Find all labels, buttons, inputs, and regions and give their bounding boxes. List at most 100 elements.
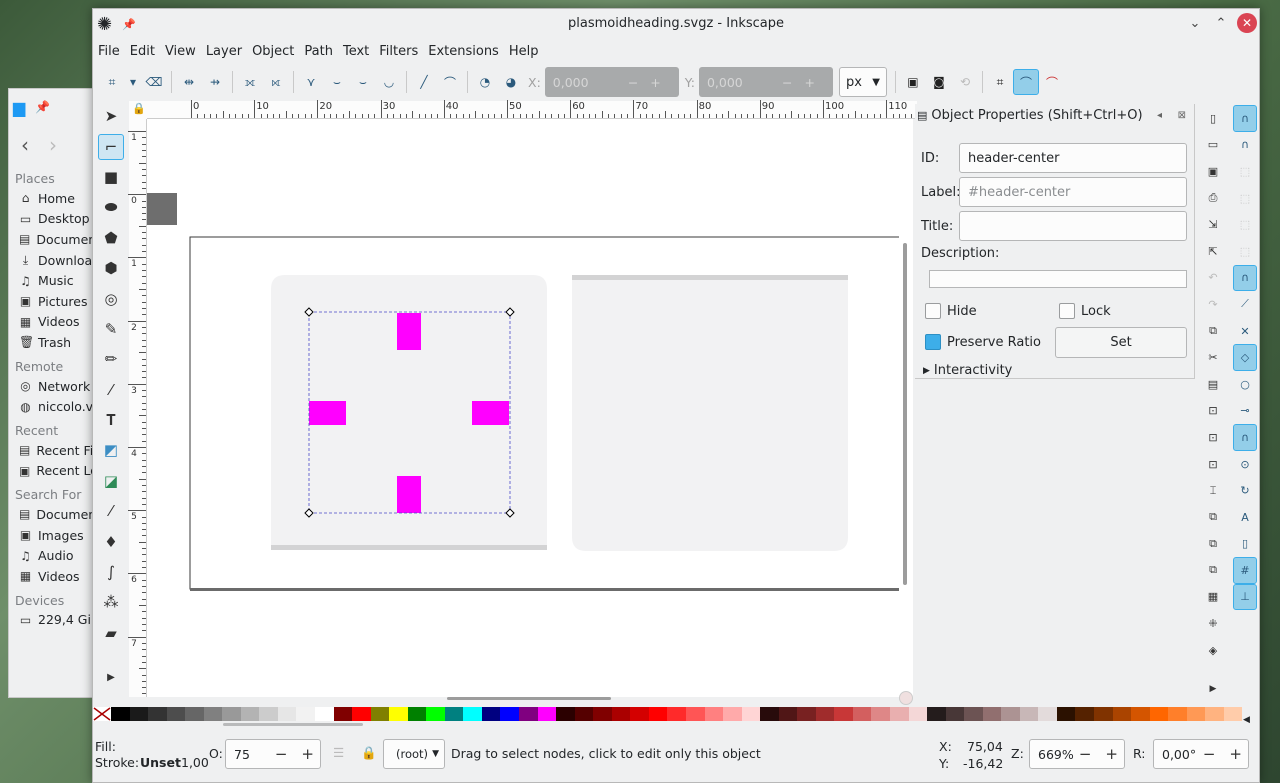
preserve-ratio-checkbox[interactable]: [925, 334, 941, 350]
close-icon[interactable]: ✕: [1237, 13, 1257, 33]
color-swatch[interactable]: [723, 707, 742, 721]
mesh-tool-icon[interactable]: ◪: [93, 466, 129, 496]
smooth-node-icon[interactable]: ⌣: [324, 69, 350, 95]
color-swatch[interactable]: [964, 707, 983, 721]
dark-swatch[interactable]: [147, 193, 177, 225]
drawing[interactable]: [147, 119, 899, 697]
pin-icon[interactable]: 📌: [122, 18, 136, 31]
more-tools-icon[interactable]: ▶: [93, 662, 129, 692]
color-swatch[interactable]: [1019, 707, 1039, 721]
snap-intersection-icon[interactable]: ✕: [1233, 318, 1257, 345]
save-icon[interactable]: ▣: [1201, 158, 1225, 185]
description-field[interactable]: [929, 270, 1187, 288]
unit-select[interactable]: px ▼: [838, 67, 887, 97]
minimize-icon[interactable]: ⌄: [1185, 13, 1205, 33]
auto-smooth-node-icon[interactable]: ◡: [376, 69, 402, 95]
rectangle-tool-icon[interactable]: ■: [93, 162, 129, 192]
paste-icon[interactable]: ▤: [1201, 371, 1225, 398]
header-center-bottom-marker[interactable]: [397, 476, 421, 513]
close-dialog-icon[interactable]: ⊠: [1178, 110, 1186, 121]
show-handles-icon[interactable]: ⌒: [1012, 69, 1039, 95]
x-coordinate-field[interactable]: 0,000 −+: [544, 67, 679, 97]
header-center-left-marker[interactable]: [309, 401, 346, 425]
color-swatch[interactable]: [500, 707, 520, 721]
eraser-tool-icon[interactable]: ▰: [93, 618, 129, 648]
zoom-page-icon[interactable]: ⊡: [1201, 451, 1225, 478]
color-swatch[interactable]: [871, 707, 890, 721]
color-swatch[interactable]: [463, 707, 482, 721]
delete-node-icon[interactable]: ⌫: [141, 69, 167, 95]
more-commands-icon[interactable]: ▶: [1201, 675, 1225, 702]
forward-icon[interactable]: ›: [49, 133, 57, 157]
header-card-right[interactable]: [572, 275, 848, 551]
redo-icon[interactable]: ↷: [1201, 291, 1225, 318]
color-managed-toggle-icon[interactable]: [899, 691, 913, 705]
color-swatch[interactable]: [111, 707, 130, 721]
color-swatch[interactable]: [704, 707, 724, 721]
palette-menu-icon[interactable]: ◀: [1243, 715, 1250, 725]
opacity-spinner[interactable]: 75 − +: [225, 739, 321, 769]
object-to-path-icon[interactable]: ◔: [472, 69, 498, 95]
color-swatch[interactable]: [1168, 707, 1187, 721]
color-swatch[interactable]: [741, 707, 761, 721]
undo-icon[interactable]: ↶: [1201, 265, 1225, 292]
print-icon[interactable]: ⎙: [1201, 185, 1225, 212]
fill-stroke-icon[interactable]: ◈: [1201, 637, 1225, 664]
stroke-value[interactable]: Unset: [140, 755, 181, 770]
open-icon[interactable]: ▭: [1201, 132, 1225, 159]
clone-icon[interactable]: ⧉: [1201, 531, 1225, 558]
snap-bbox-icon[interactable]: ∩: [1233, 132, 1257, 159]
delete-segment-icon[interactable]: ⟖: [263, 69, 289, 95]
color-swatch[interactable]: [1186, 707, 1206, 721]
color-swatch[interactable]: [834, 707, 853, 721]
palette-scrollbar[interactable]: [223, 723, 363, 726]
color-swatch[interactable]: [908, 707, 928, 721]
horizontal-ruler[interactable]: 0 10 20 30 40 50 60 70 80 90 100 110: [147, 100, 945, 119]
color-swatch[interactable]: [1093, 707, 1113, 721]
segment-line-icon[interactable]: ╱: [411, 69, 437, 95]
menu-edit[interactable]: Edit: [125, 39, 160, 64]
group-icon[interactable]: ▦: [1201, 584, 1225, 611]
color-swatch[interactable]: [519, 707, 538, 721]
color-swatch[interactable]: [444, 707, 464, 721]
menu-text[interactable]: Text: [338, 39, 374, 64]
color-swatch[interactable]: [648, 707, 668, 721]
unlink-clone-icon[interactable]: ⧉: [1201, 557, 1225, 584]
color-swatch[interactable]: [611, 707, 631, 721]
snap-grid-icon[interactable]: #: [1233, 557, 1257, 584]
snap-page-icon[interactable]: ▯: [1233, 531, 1257, 558]
layer-select[interactable]: (root) ▼: [383, 739, 445, 769]
snap-midpoint-icon[interactable]: ⊸: [1233, 398, 1257, 425]
new-document-icon[interactable]: ▯: [1201, 105, 1225, 132]
stroke-to-path-icon[interactable]: ◕: [498, 69, 524, 95]
color-swatch[interactable]: [1149, 707, 1169, 721]
color-palette[interactable]: [93, 707, 1243, 721]
show-transform-handles-icon[interactable]: ⟲: [952, 69, 978, 95]
color-swatch[interactable]: [185, 707, 204, 721]
show-outline-icon[interactable]: ⌒: [1039, 69, 1065, 95]
header-center-top-marker[interactable]: [397, 313, 421, 350]
id-field[interactable]: header-center: [959, 143, 1187, 173]
cusp-node-icon[interactable]: ⋎: [298, 69, 324, 95]
color-swatch[interactable]: [222, 707, 241, 721]
maximize-icon[interactable]: ⌃: [1211, 13, 1231, 33]
pin-icon[interactable]: 📌: [35, 100, 50, 114]
color-swatch[interactable]: [593, 707, 612, 721]
snap-smooth-icon[interactable]: ○: [1233, 371, 1257, 398]
title-field[interactable]: [959, 211, 1187, 241]
color-swatch[interactable]: [574, 707, 594, 721]
zoom-selection-icon[interactable]: ⊡: [1201, 398, 1225, 425]
color-swatch[interactable]: [203, 707, 223, 721]
export-icon[interactable]: ⇱: [1201, 238, 1225, 265]
snap-bbox-midpoint-icon[interactable]: ⬚: [1233, 211, 1257, 238]
color-swatch[interactable]: [129, 707, 149, 721]
layer-lock-icon[interactable]: 🔒: [361, 745, 377, 761]
color-swatch[interactable]: [852, 707, 872, 721]
text-tool-icon[interactable]: 𝐓: [93, 405, 129, 435]
color-swatch[interactable]: [315, 707, 334, 721]
color-swatch[interactable]: [815, 707, 835, 721]
dock-icon[interactable]: ◂: [1157, 110, 1162, 121]
color-swatch[interactable]: [407, 707, 427, 721]
snap-bbox-corner-icon[interactable]: ⬚: [1233, 185, 1257, 212]
snap-bbox-center-icon[interactable]: ⬚: [1233, 238, 1257, 265]
